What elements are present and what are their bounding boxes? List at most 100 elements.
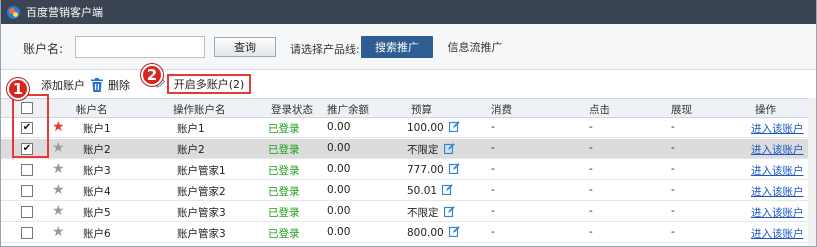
- row-checkbox[interactable]: [21, 185, 33, 197]
- table-row[interactable]: ✔ ★ 账户1 账户1 已登录 0.00 100.00 - - - 进入该账户: [1, 118, 816, 138]
- cost-cell: -: [491, 226, 495, 238]
- col-balance: 推广余额: [327, 104, 369, 116]
- impressions-cell: -: [671, 121, 675, 133]
- operator-name-cell: 账户管家1: [177, 165, 226, 177]
- account-name-input[interactable]: [75, 36, 205, 58]
- login-status-cell: 已登录: [268, 144, 300, 156]
- col-clicks: 点击: [589, 104, 610, 116]
- clicks-cell: -: [589, 163, 593, 175]
- clicks-cell: -: [589, 121, 593, 133]
- tab-search-promotion[interactable]: 搜索推广: [361, 36, 433, 58]
- login-status-cell: 已登录: [268, 165, 300, 177]
- table-header: 帐户名 操作账户名 登录状态 推广余额 预算 消费 点击 展现 操作: [1, 98, 816, 118]
- balance-cell: 0.00: [327, 142, 351, 154]
- edit-budget-icon[interactable]: [442, 184, 453, 195]
- col-impressions: 展现: [671, 104, 692, 116]
- add-account-button[interactable]: 添加账户: [41, 77, 85, 93]
- impressions-cell: -: [671, 142, 675, 154]
- budget-value: 不限定: [407, 207, 439, 219]
- enter-account-link[interactable]: 进入该账户: [751, 121, 804, 136]
- impressions-cell: -: [671, 163, 675, 175]
- budget-value: 50.01: [407, 185, 438, 197]
- account-name-cell: 账户4: [83, 186, 111, 198]
- cost-cell: -: [491, 205, 495, 217]
- row-checkbox[interactable]: [21, 206, 33, 218]
- star-icon[interactable]: ★: [52, 120, 65, 134]
- budget-value: 777.00: [407, 164, 444, 176]
- col-action: 操作: [755, 104, 776, 116]
- login-status-cell: 已登录: [268, 186, 300, 198]
- impressions-cell: -: [671, 226, 675, 238]
- table-row[interactable]: ★ 账户3 账户管家1 已登录 0.00 777.00 - - - 进入该账户: [1, 160, 816, 180]
- col-login-status: 登录状态: [271, 104, 313, 116]
- operator-name-cell: 账户1: [177, 123, 205, 135]
- budget-value: 100.00: [407, 122, 444, 134]
- impressions-cell: -: [671, 184, 675, 196]
- row-checkbox[interactable]: ✔: [21, 122, 33, 134]
- toolbar: 添加账户 删除 开启多账户(2): [1, 70, 816, 98]
- edit-budget-icon[interactable]: [448, 226, 460, 237]
- window-title: 百度营销客户端: [26, 6, 103, 19]
- tab-feed-promotion[interactable]: 信息流推广: [441, 36, 509, 58]
- delete-button[interactable]: 删除: [91, 77, 130, 93]
- star-icon[interactable]: ★: [52, 204, 65, 218]
- edit-budget-icon[interactable]: [448, 121, 460, 132]
- edit-budget-icon[interactable]: [443, 143, 455, 154]
- open-multi-account-button[interactable]: 开启多账户(2): [167, 74, 251, 94]
- clicks-cell: -: [589, 226, 593, 238]
- edit-budget-icon[interactable]: [443, 206, 455, 217]
- vertical-scrollbar[interactable]: [808, 98, 816, 246]
- enter-account-link[interactable]: 进入该账户: [751, 163, 804, 178]
- add-account-label: 添加账户: [41, 79, 85, 92]
- login-status-cell: 已登录: [268, 207, 300, 219]
- cost-cell: -: [491, 142, 495, 154]
- balance-cell: 0.00: [327, 184, 351, 196]
- account-name-cell: 账户3: [83, 165, 111, 177]
- clicks-cell: -: [589, 205, 593, 217]
- trash-icon: [91, 78, 103, 92]
- star-icon[interactable]: ★: [52, 225, 65, 239]
- table-row[interactable]: ✔ ★ 账户2 账户2 已登录 0.00 不限定 - - - 进入该账户: [1, 139, 816, 159]
- row-checkbox[interactable]: [21, 164, 33, 176]
- impressions-cell: -: [671, 205, 675, 217]
- budget-cell: 不限定: [407, 205, 455, 220]
- col-operator-name: 操作账户名: [173, 104, 226, 116]
- enter-account-link[interactable]: 进入该账户: [751, 142, 804, 157]
- operator-name-cell: 账户2: [177, 144, 205, 156]
- star-icon[interactable]: ★: [52, 141, 65, 155]
- cost-cell: -: [491, 184, 495, 196]
- account-name-label: 账户名:: [23, 42, 64, 56]
- product-line-label: 请选择产品线:: [290, 43, 360, 56]
- clicks-cell: -: [589, 142, 593, 154]
- row-checkbox[interactable]: ✔: [21, 143, 33, 155]
- table-row[interactable]: ★ 账户4 账户管家2 已登录 0.00 50.01 - - - 进入该账户: [1, 181, 816, 201]
- budget-value: 800.00: [407, 227, 444, 239]
- clicks-cell: -: [589, 184, 593, 196]
- table-row[interactable]: ★ 账户5 账户管家3 已登录 0.00 不限定 - - - 进入该账户: [1, 202, 816, 222]
- callout-badge-2: 2: [141, 64, 163, 86]
- budget-cell: 777.00: [407, 163, 460, 176]
- open-multi-account-label: 开启多账户(2): [173, 78, 245, 91]
- operator-name-cell: 账户管家3: [177, 228, 226, 240]
- delete-label: 删除: [108, 79, 130, 92]
- enter-account-link[interactable]: 进入该账户: [751, 205, 804, 220]
- enter-account-link[interactable]: 进入该账户: [751, 184, 804, 199]
- cost-cell: -: [491, 121, 495, 133]
- balance-cell: 0.00: [327, 163, 351, 175]
- select-all-checkbox[interactable]: [21, 102, 33, 114]
- star-icon[interactable]: ★: [52, 183, 65, 197]
- login-status-cell: 已登录: [268, 123, 300, 135]
- enter-account-link[interactable]: 进入该账户: [751, 226, 804, 241]
- budget-cell: 50.01: [407, 184, 453, 197]
- balance-cell: 0.00: [327, 205, 351, 217]
- account-name-cell: 账户1: [83, 123, 111, 135]
- budget-cell: 800.00: [407, 226, 460, 239]
- operator-name-cell: 账户管家3: [177, 207, 226, 219]
- row-checkbox[interactable]: [21, 227, 33, 239]
- query-button[interactable]: 查询: [214, 37, 276, 57]
- edit-budget-icon[interactable]: [448, 163, 460, 174]
- star-icon[interactable]: ★: [52, 162, 65, 176]
- login-status-cell: 已登录: [268, 228, 300, 240]
- table-row[interactable]: ★ 账户6 账户管家3 已登录 0.00 800.00 - - - 进入该账户: [1, 223, 816, 243]
- search-bar: 账户名: 查询 请选择产品线: 搜索推广 信息流推广: [1, 24, 816, 70]
